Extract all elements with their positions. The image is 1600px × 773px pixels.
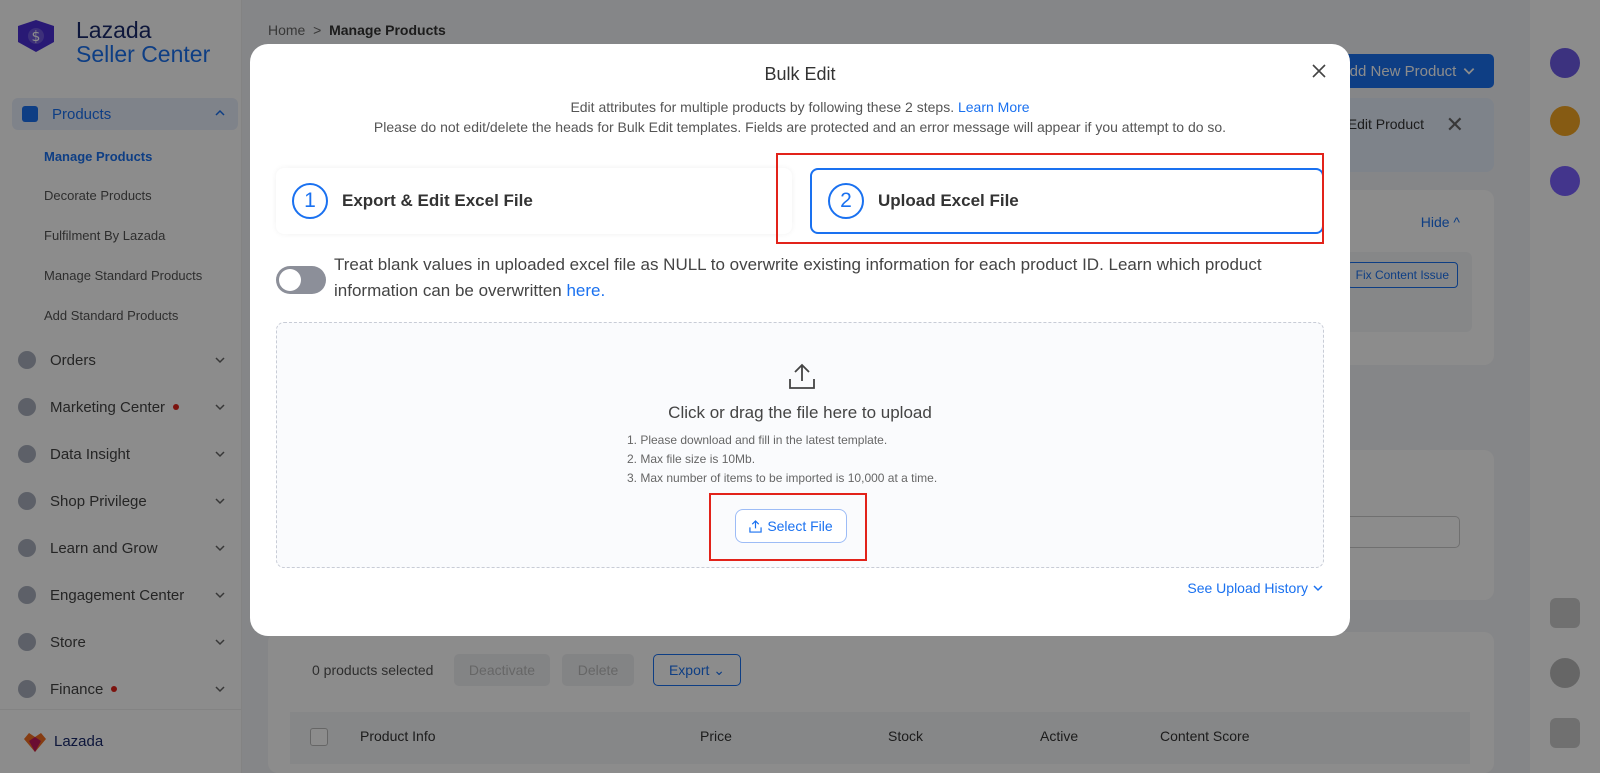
upload-dropzone[interactable]: Click or drag the file here to upload 1.… (276, 322, 1324, 568)
highlight-box-step (776, 153, 1324, 244)
dropzone-title: Click or drag the file here to upload (668, 403, 932, 422)
step-export-edit[interactable]: 1 Export & Edit Excel File (276, 168, 792, 234)
bulk-edit-modal: Bulk Edit Edit attributes for multiple p… (250, 44, 1350, 636)
see-upload-history-link[interactable]: See Upload History (1187, 580, 1324, 596)
modal-title: Bulk Edit (764, 64, 836, 84)
chevron-down-icon (1313, 585, 1323, 592)
toggle-description-text: Treat blank values in uploaded excel fil… (334, 255, 1262, 300)
modal-warning: Please do not edit/delete the heads for … (373, 119, 1227, 135)
modal-subtitle-text: Edit attributes for multiple products by… (570, 99, 955, 115)
step-label: Export & Edit Excel File (342, 191, 533, 210)
upload-tip: 2. Max file size is 10Mb. (627, 452, 756, 466)
null-values-toggle[interactable] (276, 266, 326, 294)
upload-tip: 1. Please download and fill in the lates… (627, 433, 888, 447)
modal-subtitle: Edit attributes for multiple products by… (250, 99, 1350, 115)
upload-tips: 1. Please download and fill in the lates… (627, 431, 937, 488)
toggle-description: Treat blank values in uploaded excel fil… (334, 252, 1294, 304)
upload-tip: 3. Max number of items to be imported is… (627, 471, 938, 485)
here-link[interactable]: here. (566, 281, 605, 300)
history-label: See Upload History (1187, 580, 1308, 596)
highlight-box-select-file (709, 493, 867, 561)
toggle-knob (279, 269, 301, 291)
upload-icon (789, 363, 815, 389)
step-number: 1 (292, 183, 328, 219)
learn-more-link[interactable]: Learn More (958, 99, 1030, 115)
